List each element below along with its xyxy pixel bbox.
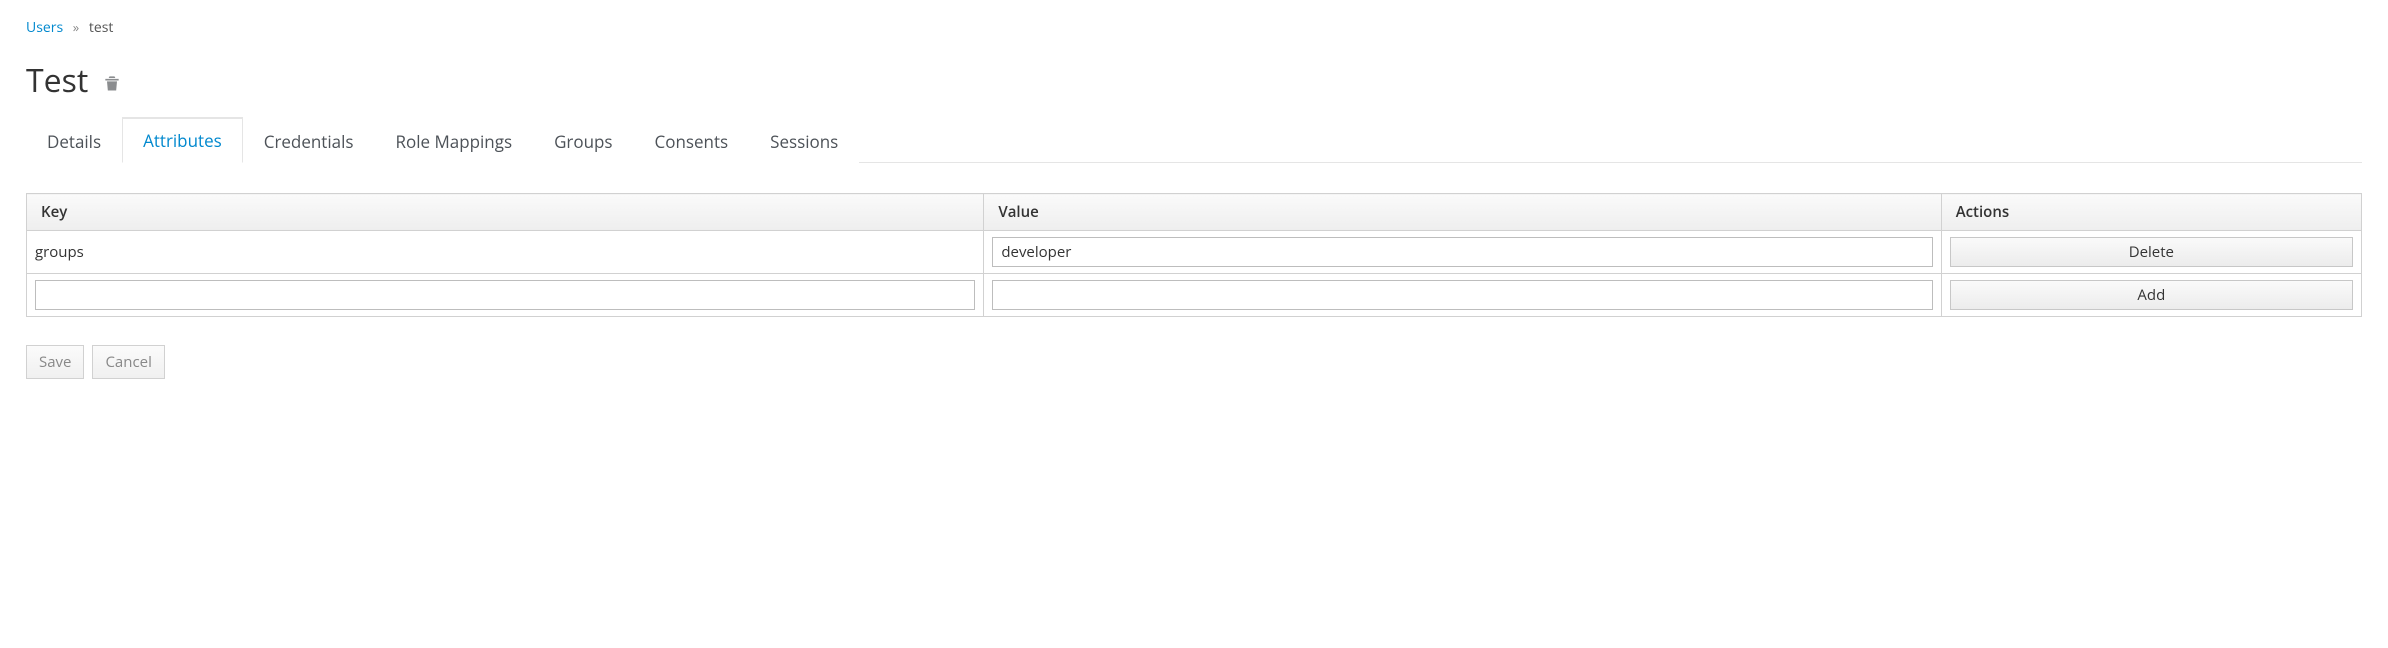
key-cell: groups (27, 231, 984, 274)
cancel-button[interactable]: Cancel (92, 345, 164, 379)
breadcrumb-root-link[interactable]: Users (26, 18, 63, 37)
col-header-actions: Actions (1941, 194, 2361, 231)
page-title: Test (26, 59, 88, 102)
col-header-key: Key (27, 194, 984, 231)
tabs: DetailsAttributesCredentialsRole Mapping… (26, 116, 2362, 163)
delete-button[interactable]: Delete (1950, 237, 2353, 267)
add-button[interactable]: Add (1950, 280, 2353, 310)
value-input[interactable] (992, 280, 1932, 310)
save-button[interactable]: Save (26, 345, 84, 379)
tab-attributes[interactable]: Attributes (122, 117, 243, 163)
tab-sessions[interactable]: Sessions (749, 119, 859, 163)
breadcrumb-separator: » (73, 18, 79, 36)
tab-groups[interactable]: Groups (533, 119, 633, 163)
value-input[interactable] (992, 237, 1932, 267)
breadcrumb: Users » test (26, 18, 2362, 37)
table-row: Add (27, 274, 2362, 317)
tab-role-mappings[interactable]: Role Mappings (375, 119, 534, 163)
table-row: groups Delete (27, 231, 2362, 274)
tab-details[interactable]: Details (26, 119, 122, 163)
key-input[interactable] (35, 280, 975, 310)
trash-icon[interactable] (102, 73, 122, 93)
col-header-value: Value (984, 194, 1941, 231)
tab-credentials[interactable]: Credentials (243, 119, 375, 163)
attributes-table: Key Value Actions groups Delete Add (26, 193, 2362, 317)
breadcrumb-current: test (89, 18, 114, 37)
tab-consents[interactable]: Consents (634, 119, 750, 163)
